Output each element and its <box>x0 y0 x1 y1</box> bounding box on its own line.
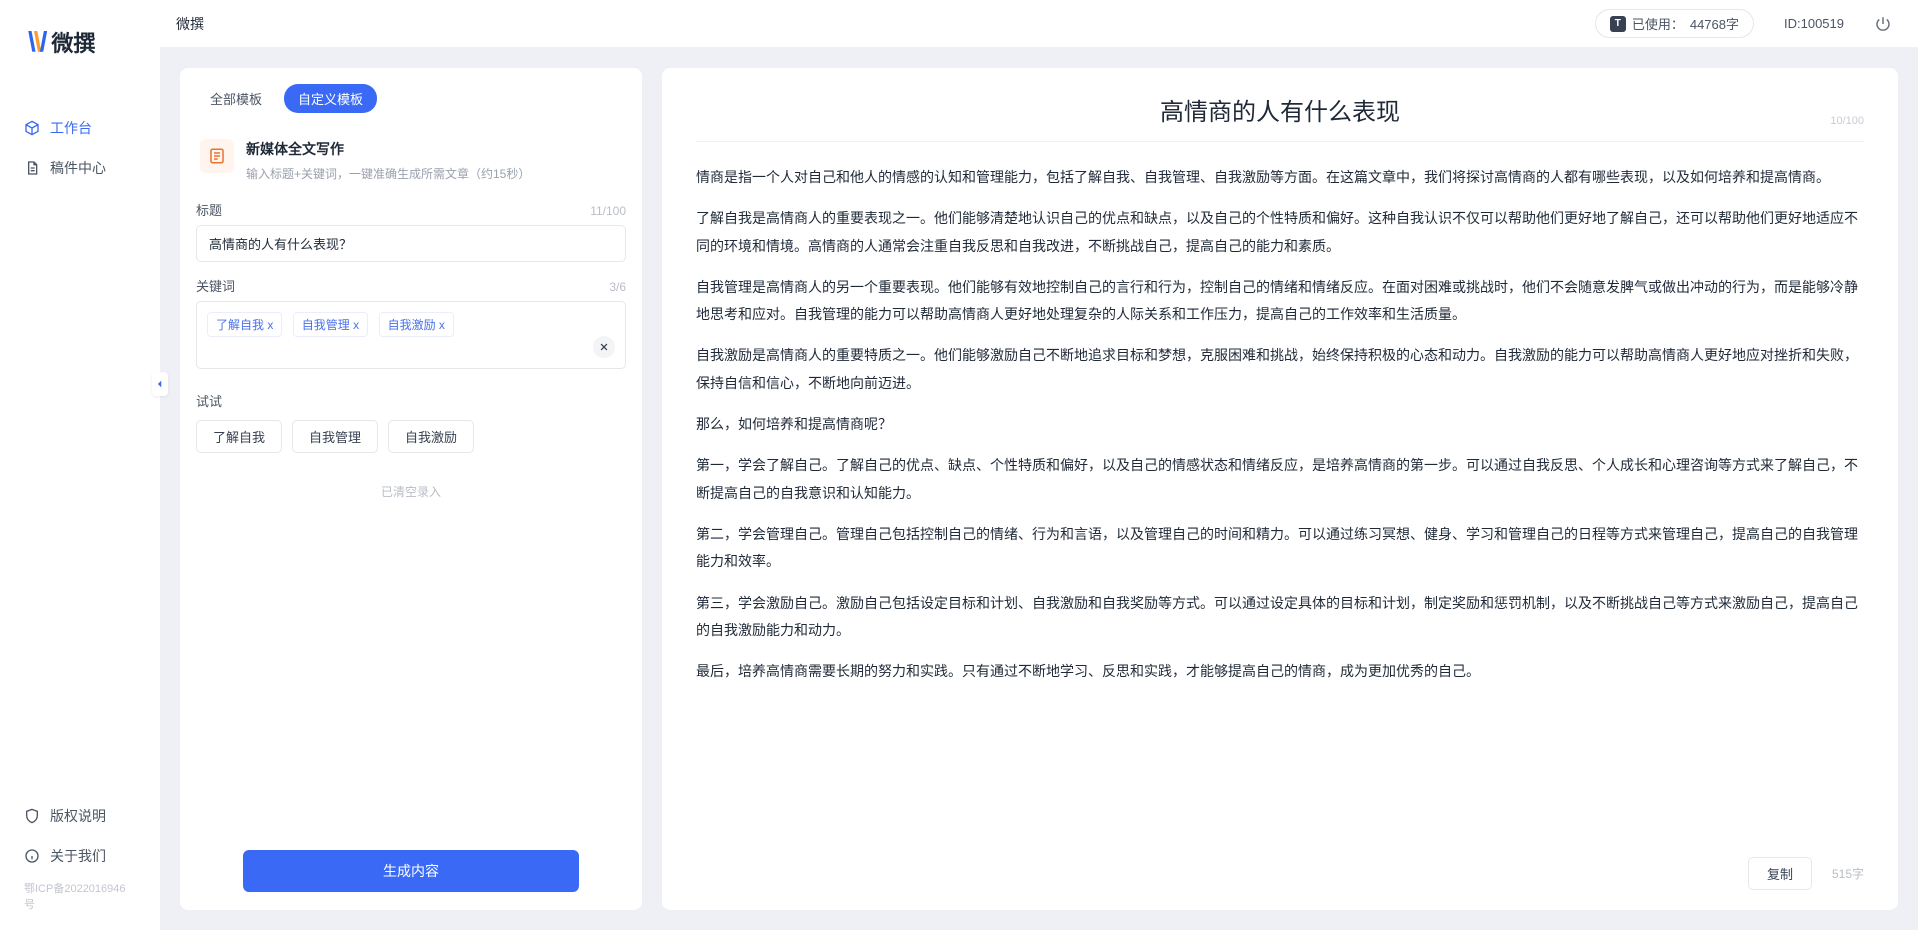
doc-paragraph: 最后，培养高情商需要长期的努力和实践。只有通过不断地学习、反思和实践，才能够提高… <box>696 658 1864 685</box>
template-title: 新媒体全文写作 <box>246 139 530 159</box>
doc-paragraph: 了解自我是高情商人的重要表现之一。他们能够清楚地认识自己的优点和缺点，以及自己的… <box>696 205 1864 260</box>
panel-right: 高情商的人有什么表现 10/100 情商是指一个人对自己和他人的情感的认知和管理… <box>662 68 1898 910</box>
suggest-button[interactable]: 自我管理 <box>292 420 378 453</box>
cube-icon <box>24 120 40 136</box>
breadcrumb: 微撰 <box>176 14 204 34</box>
tab-all-templates[interactable]: 全部模板 <box>196 84 276 113</box>
doc-paragraph: 第三，学会激励自己。激励自己包括设定目标和计划、自我激励和自我奖励等方式。可以通… <box>696 590 1864 645</box>
logo-mark-icon: \\/ <box>28 26 45 58</box>
chevron-left-icon <box>155 379 165 389</box>
info-icon <box>24 848 40 864</box>
main: 微撰 T 已使用： 44768字 ID:100519 全部模板 自定义模板 <box>160 0 1918 930</box>
sidebar-item-drafts[interactable]: 稿件中心 <box>0 148 160 188</box>
doc-paragraph: 第二，学会管理自己。管理自己包括控制自己的情绪、行为和言语，以及管理自己的时间和… <box>696 521 1864 576</box>
template-card: 新媒体全文写作 输入标题+关键词，一键准确生成所需文章（约15秒） <box>196 135 626 200</box>
usage-prefix: 已使用： <box>1632 14 1684 33</box>
title-field: 标题 11/100 <box>196 200 626 262</box>
sidebar-bottom: 版权说明 关于我们 鄂ICP备2022016946号 <box>0 796 160 930</box>
topbar: 微撰 T 已使用： 44768字 ID:100519 <box>160 0 1918 48</box>
article-icon <box>208 147 226 165</box>
keyword-chip-box[interactable]: 了解自我 x 自我管理 x 自我激励 x <box>196 301 626 369</box>
doc-paragraph: 自我管理是高情商人的另一个重要表现。他们能够有效地控制自己的言行和行为，控制自己… <box>696 274 1864 329</box>
title-input[interactable] <box>196 225 626 262</box>
usage-pill[interactable]: T 已使用： 44768字 <box>1595 9 1754 38</box>
sidebar-item-workbench[interactable]: 工作台 <box>0 108 160 148</box>
tab-custom-template[interactable]: 自定义模板 <box>284 84 377 113</box>
copy-button[interactable]: 复制 <box>1748 857 1812 890</box>
generate-button[interactable]: 生成内容 <box>243 850 578 892</box>
sidebar-item-label: 关于我们 <box>50 846 106 866</box>
suggest-button[interactable]: 自我激励 <box>388 420 474 453</box>
keyword-chip[interactable]: 自我激励 x <box>379 312 454 337</box>
logo-text: 微撰 <box>51 26 95 58</box>
app-root: \\/ 微撰 工作台 稿件中心 版权说明 关于我们 鄂ICP备202201694… <box>0 0 1918 930</box>
keyword-chip[interactable]: 自我管理 x <box>293 312 368 337</box>
sidebar-item-copyright[interactable]: 版权说明 <box>0 796 160 836</box>
topbar-right: T 已使用： 44768字 ID:100519 <box>1595 9 1892 38</box>
close-icon <box>599 342 609 352</box>
doc-body[interactable]: 情商是指一个人对自己和他人的情感的认知和管理能力，包括了解自我、自我管理、自我激… <box>696 164 1864 845</box>
keyword-field: 关键词 3/6 了解自我 x 自我管理 x 自我激励 x <box>196 276 626 369</box>
sidebar: \\/ 微撰 工作台 稿件中心 版权说明 关于我们 鄂ICP备202201694… <box>0 0 160 930</box>
sidebar-collapse-handle[interactable] <box>152 372 168 396</box>
doc-title-count: 10/100 <box>1830 115 1864 127</box>
doc-title-row: 高情商的人有什么表现 10/100 <box>696 92 1864 142</box>
doc-char-count: 515字 <box>1832 865 1864 882</box>
account-id: ID:100519 <box>1784 16 1844 31</box>
content: 全部模板 自定义模板 新媒体全文写作 输入标题+关键词，一键准确生成所需文章（约… <box>160 48 1918 930</box>
doc-paragraph: 第一，学会了解自己。了解自己的优点、缺点、个性特质和偏好，以及自己的情感状态和情… <box>696 452 1864 507</box>
sidebar-item-about[interactable]: 关于我们 <box>0 836 160 876</box>
icp-text: 鄂ICP备2022016946号 <box>0 876 160 920</box>
sidebar-item-label: 版权说明 <box>50 806 106 826</box>
text-count-icon: T <box>1610 16 1626 32</box>
shield-icon <box>24 808 40 824</box>
title-label: 标题 <box>196 200 222 219</box>
template-sub: 输入标题+关键词，一键准确生成所需文章（约15秒） <box>246 165 530 182</box>
sidebar-item-label: 稿件中心 <box>50 158 106 178</box>
doc-icon <box>24 160 40 176</box>
clear-log-link[interactable]: 已清空录入 <box>196 483 626 500</box>
title-char-count: 11/100 <box>590 204 626 218</box>
template-tabs: 全部模板 自定义模板 <box>196 84 626 113</box>
suggest-label: 试试 <box>196 391 626 410</box>
power-icon[interactable] <box>1874 15 1892 33</box>
template-meta: 新媒体全文写作 输入标题+关键词，一键准确生成所需文章（约15秒） <box>246 139 530 182</box>
logo: \\/ 微撰 <box>0 26 160 108</box>
doc-paragraph: 情商是指一个人对自己和他人的情感的认知和管理能力，包括了解自我、自我管理、自我激… <box>696 164 1864 191</box>
keyword-label: 关键词 <box>196 276 235 295</box>
doc-title: 高情商的人有什么表现 <box>1160 92 1400 127</box>
keyword-chip[interactable]: 了解自我 x <box>207 312 282 337</box>
panel-left: 全部模板 自定义模板 新媒体全文写作 输入标题+关键词，一键准确生成所需文章（约… <box>180 68 642 910</box>
doc-paragraph: 那么，如何培养和提高情商呢？ <box>696 411 1864 438</box>
doc-paragraph: 自我激励是高情商人的重要特质之一。他们能够激励自己不断地追求目标和梦想，克服困难… <box>696 342 1864 397</box>
keyword-count: 3/6 <box>609 280 626 294</box>
doc-footer: 复制 515字 <box>696 845 1864 890</box>
clear-keywords-button[interactable] <box>593 336 615 358</box>
suggest-button[interactable]: 了解自我 <box>196 420 282 453</box>
sidebar-item-label: 工作台 <box>50 118 92 138</box>
template-icon <box>200 139 234 173</box>
suggest-row: 了解自我 自我管理 自我激励 <box>196 420 626 453</box>
usage-value: 44768字 <box>1690 14 1739 33</box>
